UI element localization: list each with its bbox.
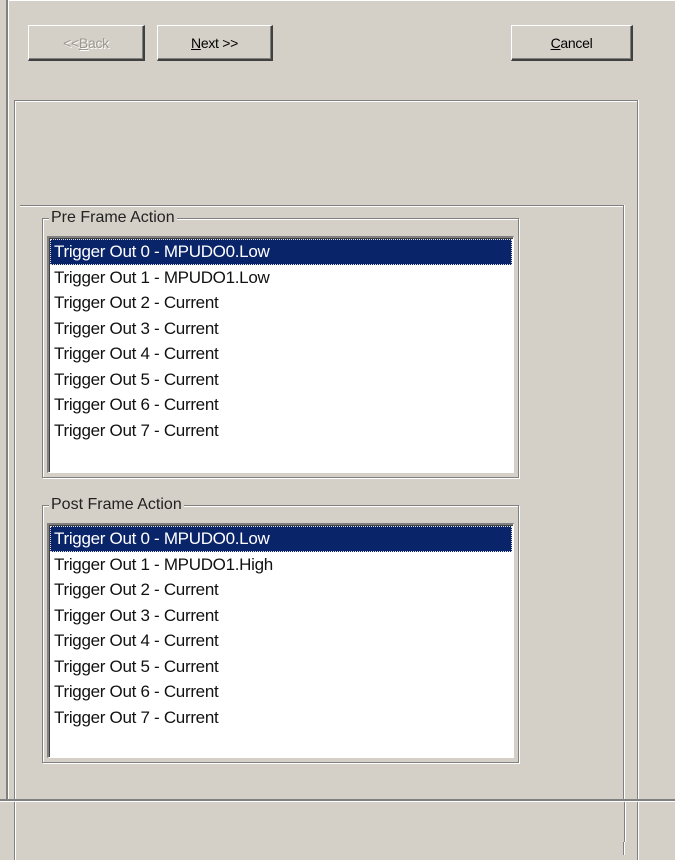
next-button-label: ext >> [200, 34, 238, 51]
window-left-edge [6, 0, 9, 842]
pre-frame-list-item[interactable]: Trigger Out 5 - Current [50, 367, 512, 393]
post-frame-list-item[interactable]: Trigger Out 5 - Current [50, 654, 512, 680]
pre-frame-action-group: Pre Frame Action Trigger Out 0 - MPUDO0.… [42, 208, 519, 478]
back-button-prefix: << [63, 34, 79, 51]
bottom-bar [0, 802, 675, 842]
post-frame-list-item[interactable]: Trigger Out 1 - MPUDO1.High [50, 552, 512, 578]
pre-frame-list-item[interactable]: Trigger Out 0 - MPUDO0.Low [50, 239, 512, 265]
pre-frame-list-item[interactable]: Trigger Out 1 - MPUDO1.Low [50, 265, 512, 291]
pre-frame-action-listbox[interactable]: Trigger Out 0 - MPUDO0.Low Trigger Out 1… [47, 236, 514, 473]
bottom-divider-left [14, 802, 15, 842]
cancel-button[interactable]: Cancel [511, 25, 633, 61]
post-frame-action-group: Post Frame Action Trigger Out 0 - MPUDO0… [42, 495, 519, 763]
bottom-divider-right-outer [637, 802, 638, 842]
cancel-button-mnemonic: C [550, 34, 561, 51]
post-frame-list-item[interactable]: Trigger Out 2 - Current [50, 577, 512, 603]
back-button-mnemonic: B [78, 34, 88, 51]
post-frame-action-title: Post Frame Action [49, 495, 184, 515]
post-frame-list-item[interactable]: Trigger Out 4 - Current [50, 628, 512, 654]
post-frame-list-item[interactable]: Trigger Out 3 - Current [50, 603, 512, 629]
pre-frame-list-item[interactable]: Trigger Out 7 - Current [50, 418, 512, 444]
window-top-edge [6, 0, 675, 1]
pre-frame-list-item[interactable]: Trigger Out 2 - Current [50, 290, 512, 316]
next-button[interactable]: Next >> [157, 25, 273, 61]
cancel-button-label: ancel [560, 34, 593, 51]
pre-frame-list-item[interactable]: Trigger Out 6 - Current [50, 392, 512, 418]
bottom-divider-right-inner [624, 802, 625, 842]
pre-frame-list-item[interactable]: Trigger Out 4 - Current [50, 341, 512, 367]
pre-frame-action-title: Pre Frame Action [49, 208, 177, 228]
pre-frame-list-item[interactable]: Trigger Out 3 - Current [50, 316, 512, 342]
next-button-mnemonic: N [191, 34, 201, 51]
post-frame-list-item[interactable]: Trigger Out 7 - Current [50, 705, 512, 731]
post-frame-list-item[interactable]: Trigger Out 6 - Current [50, 679, 512, 705]
back-button-label: ack [87, 34, 109, 51]
post-frame-list-item[interactable]: Trigger Out 0 - MPUDO0.Low [50, 526, 512, 552]
post-frame-action-listbox[interactable]: Trigger Out 0 - MPUDO0.Low Trigger Out 1… [47, 523, 514, 758]
back-button[interactable]: << Back [28, 25, 145, 61]
